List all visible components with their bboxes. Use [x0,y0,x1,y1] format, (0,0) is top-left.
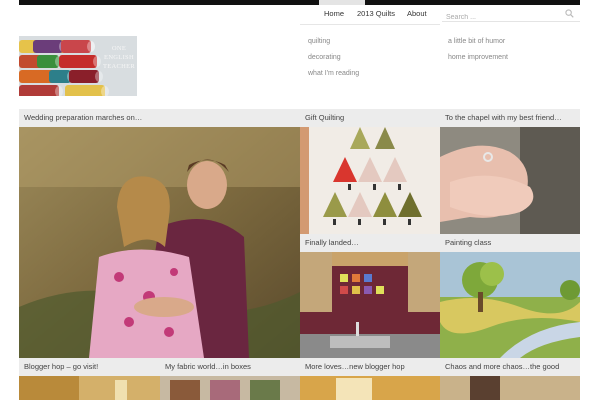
post-tile-fabric-world[interactable]: My fabric world…in boxes [160,358,300,400]
post-image-fabric-boxes[interactable] [160,376,300,400]
post-image-chaos[interactable] [440,376,580,400]
post-image-painting[interactable] [440,252,580,358]
post-tile-wedding[interactable]: Wedding preparation marches on… [19,109,300,358]
post-image-engagement-photo[interactable] [19,127,300,358]
nav-2013-quilts[interactable]: 2013 Quilts [357,9,395,18]
post-title[interactable]: Wedding preparation marches on… [19,109,300,127]
spool-maroon [69,70,103,83]
search-input[interactable] [442,10,552,25]
post-image-more-loves[interactable] [300,376,440,400]
search-icon[interactable] [565,9,574,18]
spool-green [37,55,63,68]
post-title[interactable]: To the chapel with my best friend… [440,109,580,127]
spool-crimson [19,85,63,96]
logo-text: ONE ENGLISH TEACHER [103,45,136,70]
top-bar [19,0,580,5]
post-title[interactable]: Blogger hop – go visit! [19,358,160,376]
post-title[interactable]: Gift Quilting [300,109,440,127]
spool-pink [61,40,95,53]
post-tile-blogger-hop[interactable]: Blogger hop – go visit! [19,358,160,400]
post-title[interactable]: My fabric world…in boxes [160,358,300,376]
category-humor[interactable]: a little bit of humor [448,38,505,45]
nav-divider [300,24,440,25]
post-image-blogger-hop[interactable] [19,376,160,400]
spool-teal [49,70,75,83]
post-image-kitchen[interactable] [300,252,440,358]
post-image-hands-ring[interactable] [440,127,580,234]
search-box [442,6,580,25]
post-title[interactable]: Chaos and more chaos…the good [440,358,580,376]
category-quilting[interactable]: quilting [308,38,330,45]
spool-purple [33,40,67,53]
post-tile-chaos[interactable]: Chaos and more chaos…the good [440,358,580,400]
post-tile-painting-class[interactable]: Painting class [440,234,580,358]
spool-red [59,55,101,68]
post-tile-more-loves[interactable]: More loves…new blogger hop [300,358,440,400]
post-title[interactable]: Painting class [440,234,580,252]
nav-home[interactable]: Home [324,9,344,18]
post-title[interactable]: Finally landed… [300,234,440,252]
post-tile-chapel[interactable]: To the chapel with my best friend… [440,109,580,234]
category-what-im-reading[interactable]: what I'm reading [308,70,359,77]
category-decorating[interactable]: decorating [308,54,341,61]
nav-about[interactable]: About [407,9,427,18]
category-home-improvement[interactable]: home improvement [448,54,508,61]
site-logo[interactable]: ONE ENGLISH TEACHER [19,36,137,96]
active-nav-indicator [319,0,365,5]
post-tile-finally-landed[interactable]: Finally landed… [300,234,440,358]
spool-gold [65,85,109,96]
post-image-quilt[interactable] [300,127,440,234]
post-tile-gift-quilting[interactable]: Gift Quilting [300,109,440,234]
post-title[interactable]: More loves…new blogger hop [300,358,440,376]
